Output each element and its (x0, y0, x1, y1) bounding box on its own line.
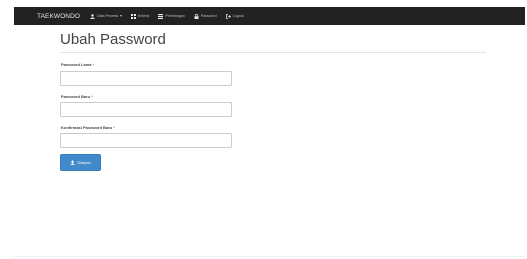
nav-item-logout[interactable]: Logout (225, 13, 244, 19)
grid-icon (131, 13, 137, 19)
save-button-label: Simpan (77, 160, 91, 165)
nav-item-kriteria[interactable]: Kriteria (131, 13, 150, 19)
old-password-label: Password Lama * (61, 62, 95, 67)
nav-item-label: Data Peserta (97, 14, 119, 18)
required-mark: * (113, 125, 115, 130)
save-button[interactable]: Simpan (60, 154, 101, 171)
nav-item-password[interactable]: Password (194, 13, 217, 19)
new-password-field[interactable] (60, 102, 232, 117)
lock-icon (194, 13, 199, 19)
top-navbar: TAEKWONDO Data Peserta Kriteria Perhitun… (14, 7, 525, 25)
list-icon (158, 13, 164, 19)
user-icon (90, 13, 95, 19)
confirm-password-field[interactable] (60, 133, 232, 148)
nav-item-perhitungan[interactable]: Perhitungan (158, 13, 185, 19)
title-divider (60, 52, 486, 53)
required-mark: * (92, 62, 95, 67)
new-password-label: Password Baru * (61, 94, 93, 99)
navbar-brand[interactable]: TAEKWONDO (37, 13, 80, 20)
nav-item-label: Perhitungan (165, 14, 185, 18)
page-title: Ubah Password (60, 31, 166, 48)
footer-divider (14, 256, 525, 257)
old-password-field[interactable] (60, 71, 232, 86)
nav-item-label: Password (200, 14, 217, 18)
nav-item-data-peserta[interactable]: Data Peserta (90, 13, 123, 19)
required-mark: * (91, 94, 93, 99)
confirm-password-label: Konfirmasi Password Baru * (61, 125, 115, 130)
nav-item-label: Kriteria (138, 14, 150, 18)
upload-icon (70, 160, 75, 165)
chevron-down-icon (120, 15, 123, 17)
nav-item-label: Logout (232, 14, 244, 18)
logout-icon (225, 13, 231, 19)
